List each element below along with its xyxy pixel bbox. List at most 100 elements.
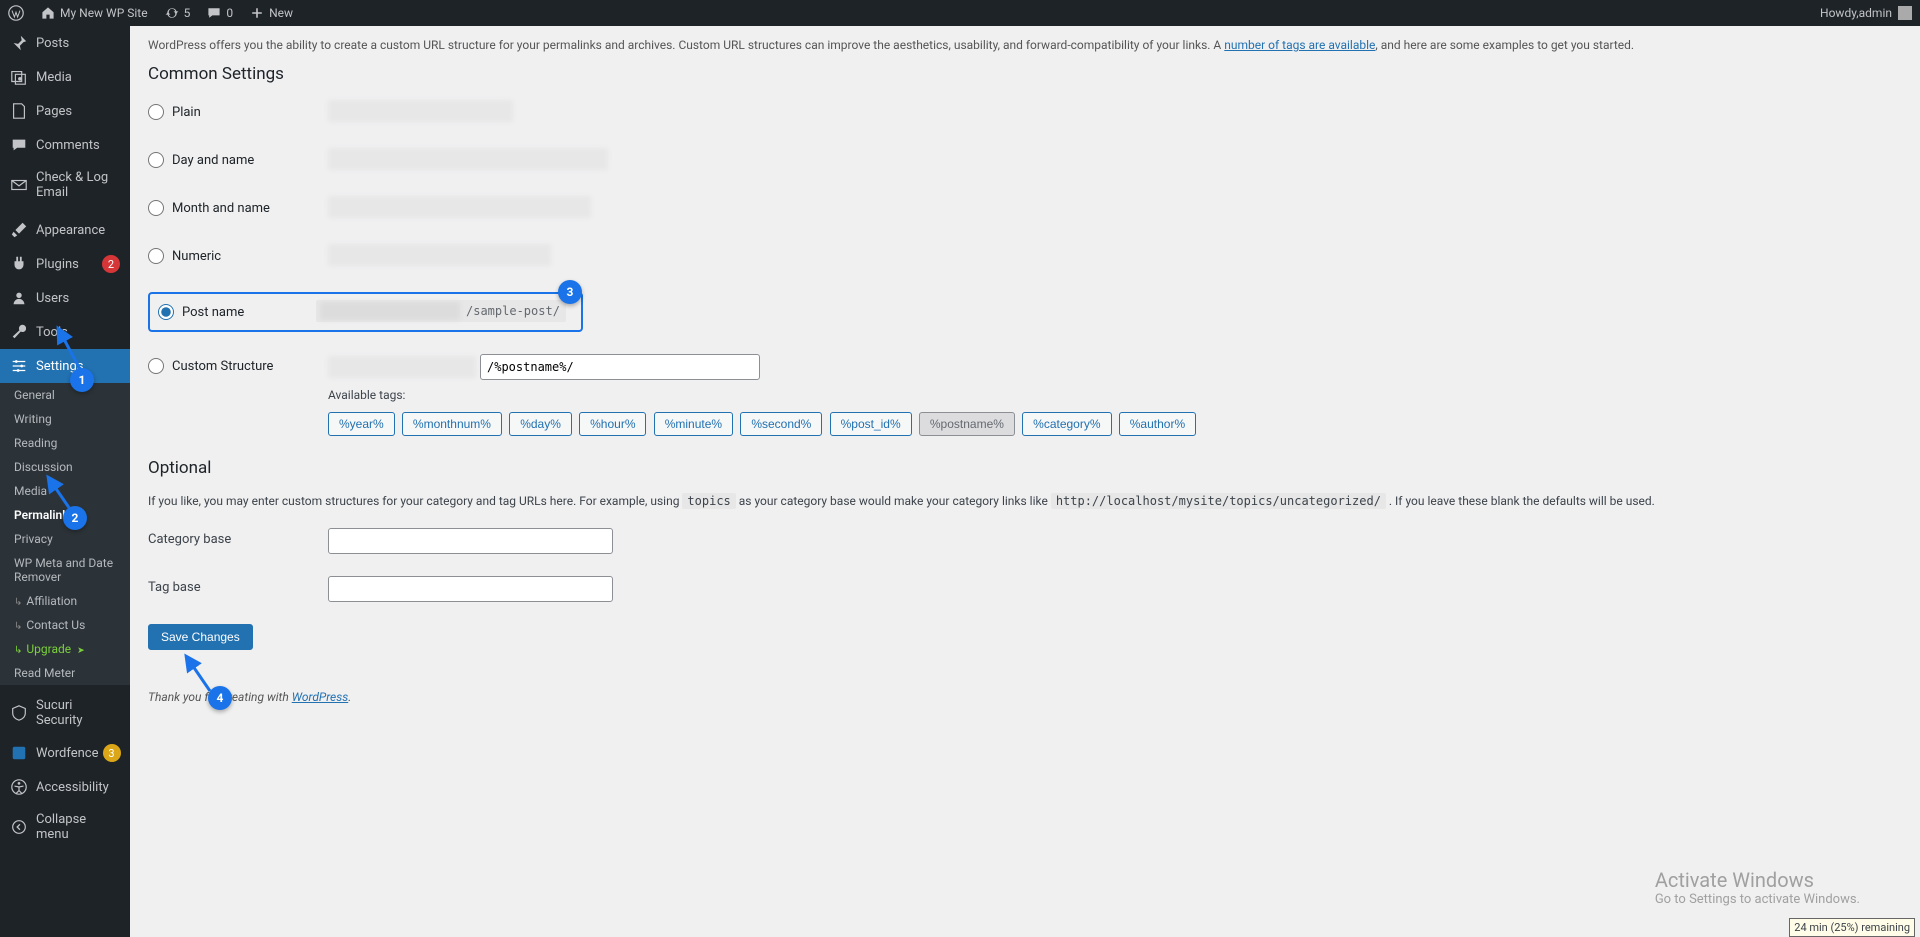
sub-affiliation[interactable]: ↳Affiliation [0, 589, 130, 613]
menu-collapse[interactable]: Collapse menu [0, 804, 130, 850]
tag-day[interactable]: %day% [509, 412, 572, 436]
menu-label: Wordfence [36, 746, 99, 761]
category-base-input[interactable] [328, 528, 613, 554]
menu-users[interactable]: Users [0, 281, 130, 315]
tag-postname[interactable]: %postname% [919, 412, 1015, 436]
wordfence-icon [10, 744, 28, 762]
avatar [1898, 6, 1912, 20]
example-postname: /sample-post/ [316, 300, 566, 322]
common-settings-heading: Common Settings [148, 64, 1902, 84]
option-postname-row: Post name /sample-post/ [148, 292, 1902, 332]
mail-icon [10, 176, 28, 194]
option-custom[interactable]: Custom Structure [148, 358, 328, 374]
menu-label: Sucuri Security [36, 698, 120, 728]
sub-contact[interactable]: ↳Contact Us [0, 613, 130, 637]
option-plain-row: Plain [148, 100, 1902, 126]
option-numeric[interactable]: Numeric [148, 248, 328, 264]
option-dayname[interactable]: Day and name [148, 152, 328, 168]
option-postname[interactable]: Post name [158, 304, 316, 320]
save-changes-button[interactable]: Save Changes [148, 624, 253, 650]
sub-privacy[interactable]: Privacy [0, 527, 130, 551]
sub-wpmeta[interactable]: WP Meta and Date Remover [0, 551, 130, 589]
settings-submenu: General Writing Reading Discussion Media… [0, 383, 130, 685]
tag-postid[interactable]: %post_id% [830, 412, 912, 436]
tag-author[interactable]: %author% [1119, 412, 1196, 436]
menu-pages[interactable]: Pages [0, 94, 130, 128]
admin-bar-left: My New WP Site 5 0 New [0, 0, 301, 26]
admin-bar-right: Howdy, admin [1812, 0, 1920, 26]
tag-monthnum[interactable]: %monthnum% [402, 412, 502, 436]
option-label: Plain [172, 105, 201, 120]
wrench-icon [10, 323, 28, 341]
comments-bubble[interactable]: 0 [198, 0, 241, 26]
tags-link[interactable]: number of tags are available [1224, 38, 1375, 52]
new-content[interactable]: New [241, 0, 301, 26]
menu-label: Accessibility [36, 780, 120, 795]
radio-numeric[interactable] [148, 248, 164, 264]
menu-label: Check & Log Email [36, 170, 120, 200]
menu-label: Users [36, 291, 120, 306]
radio-plain[interactable] [148, 104, 164, 120]
tag-year[interactable]: %year% [328, 412, 395, 436]
shield-icon [10, 704, 28, 722]
main-content: WordPress offers you the ability to crea… [130, 26, 1920, 734]
sub-readmeter[interactable]: Read Meter [0, 661, 130, 685]
code-url: http://localhost/mysite/topics/uncategor… [1051, 493, 1386, 509]
menu-label: Appearance [36, 223, 120, 238]
howdy-prefix: Howdy, [1820, 6, 1859, 20]
updates-count: 5 [184, 6, 191, 20]
sub-reading[interactable]: Reading [0, 431, 130, 455]
tag-base-input[interactable] [328, 576, 613, 602]
tag-hour[interactable]: %hour% [579, 412, 646, 436]
example-blur [328, 100, 513, 122]
accessibility-icon [10, 778, 28, 796]
intro-text: WordPress offers you the ability to crea… [148, 38, 1902, 52]
brush-icon [10, 221, 28, 239]
sub-upgrade[interactable]: ↳Upgrade➤ [0, 637, 130, 661]
annotation-2: 2 [63, 506, 87, 530]
radio-postname[interactable] [158, 304, 174, 320]
radio-custom[interactable] [148, 358, 164, 374]
category-base-row: Category base [148, 528, 1902, 554]
annotation-3: 3 [558, 280, 582, 304]
tag-base-label: Tag base [148, 576, 328, 595]
media-icon [10, 68, 28, 86]
custom-structure-input[interactable] [480, 354, 760, 380]
windows-watermark: Activate Windows Go to Settings to activ… [1655, 868, 1860, 907]
radio-monthname[interactable] [148, 200, 164, 216]
my-account[interactable]: Howdy, admin [1812, 0, 1920, 26]
option-label: Numeric [172, 249, 221, 264]
pin-icon [10, 34, 28, 52]
option-monthname[interactable]: Month and name [148, 200, 328, 216]
menu-posts[interactable]: Posts [0, 26, 130, 60]
sub-general[interactable]: General [0, 383, 130, 407]
wordpress-link[interactable]: WordPress [292, 690, 349, 704]
category-base-label: Category base [148, 528, 328, 547]
radio-dayname[interactable] [148, 152, 164, 168]
menu-label: Collapse menu [36, 812, 120, 842]
menu-appearance[interactable]: Appearance [0, 213, 130, 247]
sub-writing[interactable]: Writing [0, 407, 130, 431]
howdy-user: admin [1859, 6, 1892, 20]
annotation-1: 1 [70, 368, 94, 392]
menu-sucuri[interactable]: Sucuri Security [0, 690, 130, 736]
menu-plugins[interactable]: Plugins 2 [0, 247, 130, 281]
admin-bar: My New WP Site 5 0 New Howdy, admin [0, 0, 1920, 26]
tag-second[interactable]: %second% [740, 412, 822, 436]
menu-media[interactable]: Media [0, 60, 130, 94]
menu-wordfence[interactable]: Wordfence 3 [0, 736, 130, 770]
site-home[interactable]: My New WP Site [32, 0, 156, 26]
wp-logo[interactable] [0, 0, 32, 26]
option-label: Custom Structure [172, 359, 273, 374]
menu-label: Pages [36, 104, 120, 119]
optional-description: If you like, you may enter custom struct… [148, 494, 1902, 508]
wordpress-icon [8, 5, 24, 21]
comments-count: 0 [226, 6, 233, 20]
tag-category[interactable]: %category% [1022, 412, 1111, 436]
menu-check-log-email[interactable]: Check & Log Email [0, 162, 130, 208]
updates[interactable]: 5 [156, 0, 199, 26]
option-plain[interactable]: Plain [148, 104, 328, 120]
tag-minute[interactable]: %minute% [654, 412, 733, 436]
menu-comments[interactable]: Comments [0, 128, 130, 162]
menu-accessibility[interactable]: Accessibility [0, 770, 130, 804]
